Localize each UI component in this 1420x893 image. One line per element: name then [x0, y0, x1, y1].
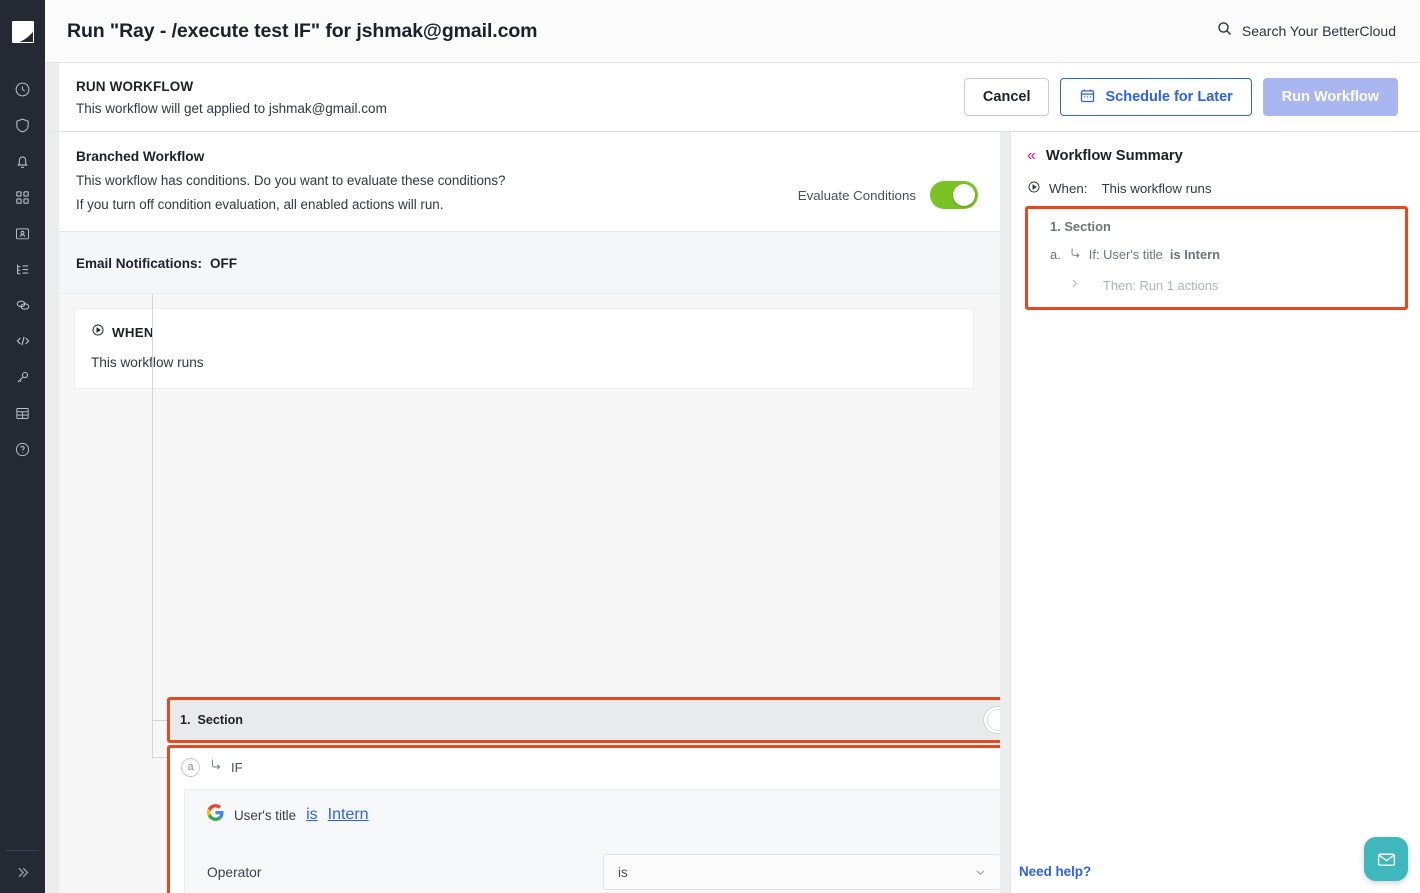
branched-workflow-line1: This workflow has conditions. Do you wan…: [76, 173, 506, 188]
search-label: Search Your BetterCloud: [1241, 23, 1396, 39]
branched-workflow-line2: If you turn off condition evaluation, al…: [76, 197, 444, 212]
workflow-editor-panel: Branched Workflow This workflow has cond…: [59, 132, 1000, 893]
summary-if-text: If: User's title: [1088, 247, 1163, 262]
condition-value-link[interactable]: Intern: [328, 806, 369, 824]
rail-bottom: [0, 850, 45, 893]
section-name: Section: [197, 713, 244, 727]
if-label: IF: [231, 759, 243, 775]
app-root: Run "Ray - /execute test IF" for jshmak@…: [0, 0, 1420, 893]
workflow-summary-panel: « Workflow Summary When: This workflow r…: [1010, 132, 1420, 893]
gauge-icon[interactable]: [0, 71, 45, 107]
summary-step-prefix: a.: [1050, 247, 1061, 262]
evaluate-conditions-control: Evaluate Conditions: [798, 149, 978, 209]
operator-field-row: Operator is: [185, 842, 1000, 893]
evaluate-conditions-toggle[interactable]: [930, 181, 978, 209]
section-label: 1. Section: [180, 713, 243, 727]
summary-when-row: When: This workflow runs: [1011, 164, 1420, 197]
run-workflow-subtitle: This workflow will get applied to jshmak…: [76, 101, 387, 116]
condition-summary: User's title is Intern: [185, 790, 1000, 842]
grid-icon[interactable]: [0, 179, 45, 215]
run-workflow-info: RUN WORKFLOW This workflow will get appl…: [76, 77, 387, 116]
when-header: WHEN: [91, 323, 955, 342]
branched-workflow-title: Branched Workflow: [76, 149, 205, 164]
shield-icon[interactable]: [0, 107, 45, 143]
operator-select-value: is: [618, 864, 628, 880]
summary-if-bold: is Intern: [1169, 247, 1220, 262]
email-notifications-row: Email Notifications: OFF: [59, 232, 1000, 294]
when-wrapper: WHEN This workflow runs: [59, 294, 1000, 389]
run-workflow-bar: RUN WORKFLOW This workflow will get appl…: [45, 63, 1420, 132]
operator-field-label: Operator: [207, 864, 262, 880]
run-workflow-button[interactable]: Run Workflow: [1262, 78, 1398, 116]
list-tree-icon[interactable]: [0, 251, 45, 287]
top-bar: Run "Ray - /execute test IF" for jshmak@…: [45, 0, 1420, 63]
bettercloud-logo-icon[interactable]: [0, 0, 45, 63]
workflow-canvas: WHEN This workflow runs 1. Section a IF …: [59, 294, 1000, 893]
when-body: This workflow runs: [91, 355, 204, 370]
cancel-button[interactable]: Cancel: [963, 78, 1050, 116]
when-heading: WHEN: [112, 325, 154, 340]
clock-play-icon: [1027, 180, 1041, 197]
calendar-icon: [1079, 87, 1096, 108]
branch-icon: [208, 757, 223, 777]
search-button[interactable]: Search Your BetterCloud: [1216, 20, 1396, 42]
chevron-down-icon: [973, 865, 988, 880]
search-icon: [1216, 20, 1233, 42]
rail-icon-list: [0, 63, 45, 467]
email-notifications-value: OFF: [210, 256, 238, 271]
summary-when-value: This workflow runs: [1101, 181, 1212, 196]
evaluate-conditions-label: Evaluate Conditions: [797, 187, 916, 203]
page-title: Run "Ray - /execute test IF" for jshmak@…: [67, 19, 538, 42]
if-block: a IF User's title is Intern Operator is: [167, 745, 1000, 893]
condition-operator-link[interactable]: is: [306, 806, 318, 824]
section-toggle[interactable]: [983, 706, 1000, 734]
condition-card: User's title is Intern Operator is: [184, 789, 1000, 893]
table-icon[interactable]: [0, 395, 45, 431]
left-nav-rail: [0, 0, 45, 893]
branched-workflow-text: Branched Workflow This workflow has cond…: [76, 149, 505, 212]
link-chain-icon[interactable]: [0, 287, 45, 323]
branch-icon: [1068, 246, 1082, 263]
envelope-icon[interactable]: [1364, 837, 1408, 881]
folder-user-icon[interactable]: [0, 215, 45, 251]
when-card[interactable]: WHEN This workflow runs: [74, 308, 974, 389]
summary-footer: Need help?: [1011, 864, 1420, 893]
chevron-double-right-icon[interactable]: [0, 851, 45, 893]
google-icon: [207, 804, 224, 826]
code-icon[interactable]: [0, 323, 45, 359]
connector-vertical-main: [152, 294, 153, 759]
run-workflow-actions: Cancel Schedule for Later Run Workflow: [963, 77, 1398, 116]
section-row[interactable]: 1. Section: [167, 697, 1000, 743]
need-help-link[interactable]: Need help?: [1019, 864, 1091, 879]
branched-workflow-card: Branched Workflow This workflow has cond…: [59, 132, 1000, 232]
chevron-double-left-icon[interactable]: «: [1027, 148, 1036, 164]
if-header: a IF: [170, 748, 1000, 777]
bell-icon[interactable]: [0, 143, 45, 179]
summary-header: « Workflow Summary: [1011, 132, 1420, 165]
summary-then-line[interactable]: Then: Run 1 actions: [1050, 277, 1395, 293]
operator-select[interactable]: is: [603, 854, 1000, 890]
summary-section-line: 1. Section: [1050, 219, 1111, 234]
main-region: Run "Ray - /execute test IF" for jshmak@…: [45, 0, 1420, 893]
summary-when-label: When:: [1049, 181, 1088, 196]
run-workflow-heading: RUN WORKFLOW: [76, 79, 194, 94]
summary-highlighted-box: 1. Section a. If: User's title is Intern: [1025, 206, 1408, 310]
schedule-for-later-label: Schedule for Later: [1105, 89, 1233, 105]
chevron-right-icon[interactable]: [1068, 277, 1081, 293]
clock-play-icon: [91, 323, 105, 342]
summary-title: Workflow Summary: [1045, 148, 1183, 164]
summary-then-text: Then: Run 1 actions: [1103, 277, 1219, 293]
schedule-for-later-button[interactable]: Schedule for Later: [1060, 78, 1252, 116]
section-number: 1.: [180, 713, 191, 727]
content-body: Branched Workflow This workflow has cond…: [45, 132, 1420, 893]
email-notifications-label: Email Notifications:: [76, 256, 203, 271]
question-circle-icon[interactable]: [0, 431, 45, 467]
condition-prefix: User's title: [234, 807, 297, 823]
if-step-badge: a: [181, 757, 200, 777]
key-icon[interactable]: [0, 359, 45, 395]
summary-if-line: a. If: User's title is Intern: [1050, 246, 1395, 263]
